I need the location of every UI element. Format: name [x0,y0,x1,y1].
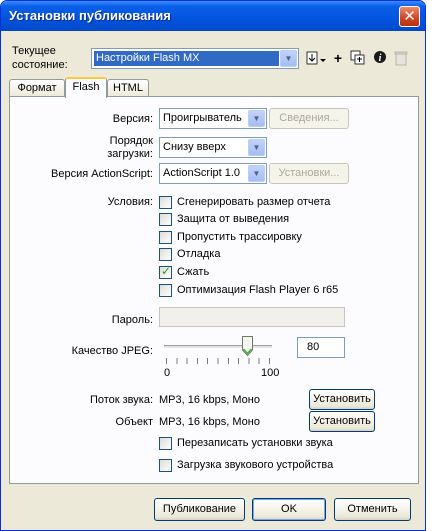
jpeg-quality-value: 80 [307,341,320,353]
actionscript-version-label: Версия ActionScript: [51,168,153,180]
profile-label-line2: состояние: [12,59,68,71]
jpeg-min-label: 0 [164,367,171,379]
ok-button[interactable]: OK [252,498,326,521]
password-label: Пароль: [111,314,153,326]
actionscript-version-select[interactable]: ActionScript 1.0 ▼ [159,163,267,184]
close-button[interactable]: ✕ [399,6,420,27]
checkbox-box[interactable] [159,459,172,472]
audio-event-label: Объект [115,416,153,428]
audio-stream-set-button[interactable]: Установить [309,389,375,410]
import-export-icon[interactable] [305,50,327,67]
jpeg-max-label: 100 [261,367,280,379]
tab-format-label: Формат [17,82,57,94]
version-info-button[interactable]: Сведения... [269,108,349,129]
publish-button[interactable]: Публикование [154,498,245,521]
jpeg-quality-label: Качество JPEG: [71,345,153,357]
checkmark-icon: ✓ [161,264,172,278]
chevron-down-icon[interactable]: ▼ [248,139,265,156]
load-order-label-line2: загрузки: [107,148,153,160]
audio-stream-value: MP3, 16 kbps, Моно [159,394,260,406]
publish-settings-dialog: Установки публикования ✕ Текущее состоян… [0,0,426,531]
audio-event-set-button[interactable]: Установить [309,411,375,432]
tab-flash-label: Flash [72,81,100,93]
load-order-select[interactable]: Снизу вверх ▼ [159,137,267,158]
tab-html-label: HTML [113,82,143,94]
close-icon: ✕ [403,8,416,25]
load-order-label-line1: Порядок [109,135,153,147]
delete-icon[interactable] [392,50,409,67]
load-order-select-value: Снизу вверх [163,141,226,153]
duplicate-icon[interactable] [349,50,366,67]
info-icon[interactable]: i [371,50,388,67]
profile-select-value: Настройки Flash MX [94,51,279,66]
checkbox-label: Пропустить трассировку [177,231,302,243]
jpeg-quality-input[interactable]: 80 [297,337,345,358]
checkbox-box[interactable] [159,196,172,209]
version-label: Версия: [112,113,153,125]
checkbox-label: Загрузка звукового устройства [177,459,334,471]
checkbox-label: Оптимизация Flash Player 6 r65 [177,284,339,296]
checkbox-label: Отладка [177,248,221,260]
checkbox-box[interactable] [159,284,172,297]
version-select-value: Проигрыватель [163,112,242,124]
chevron-down-icon[interactable]: ▼ [248,165,265,182]
checkbox-box[interactable] [159,231,172,244]
checkbox-label: Сжать [177,266,210,278]
title-bar[interactable]: Установки публикования ✕ [1,1,425,31]
cancel-button[interactable]: Отменить [334,498,411,521]
password-input[interactable] [159,307,345,327]
profile-select[interactable]: Настройки Flash MX ▼ [91,48,299,69]
window-title: Установки публикования [9,8,171,23]
tab-bar: Формат Flash HTML [9,77,419,98]
chevron-down-icon[interactable]: ▼ [248,110,265,127]
add-icon[interactable]: + [331,50,345,67]
tab-flash[interactable]: Flash [65,77,107,98]
checkbox-label: Защита от выведения [177,213,290,225]
jpeg-quality-ticks [166,358,270,364]
jpeg-quality-slider-track[interactable] [164,345,272,349]
checkbox-box[interactable] [159,213,172,226]
checkbox-box[interactable] [159,437,172,450]
checkbox-box[interactable] [159,248,172,261]
conditions-label: Условия: [107,196,153,208]
checkbox-box[interactable]: ✓ [159,264,172,279]
svg-text:i: i [378,53,381,64]
checkbox-label: Перезаписать установки звука [177,437,333,449]
version-select[interactable]: Проигрыватель ▼ [159,108,267,129]
audio-event-value: MP3, 16 kbps, Моно [159,416,260,428]
actionscript-version-value: ActionScript 1.0 [163,167,241,179]
tab-format[interactable]: Формат [9,79,65,97]
checkbox-label: Сгенерировать размер отчета [177,196,331,208]
tab-html[interactable]: HTML [107,79,149,97]
audio-stream-label: Поток звука: [89,394,153,406]
actionscript-settings-button[interactable]: Установки... [269,163,349,184]
chevron-down-icon[interactable]: ▼ [280,50,297,67]
jpeg-quality-slider-thumb[interactable] [242,336,253,357]
profile-label-line1: Текущее [12,45,56,57]
